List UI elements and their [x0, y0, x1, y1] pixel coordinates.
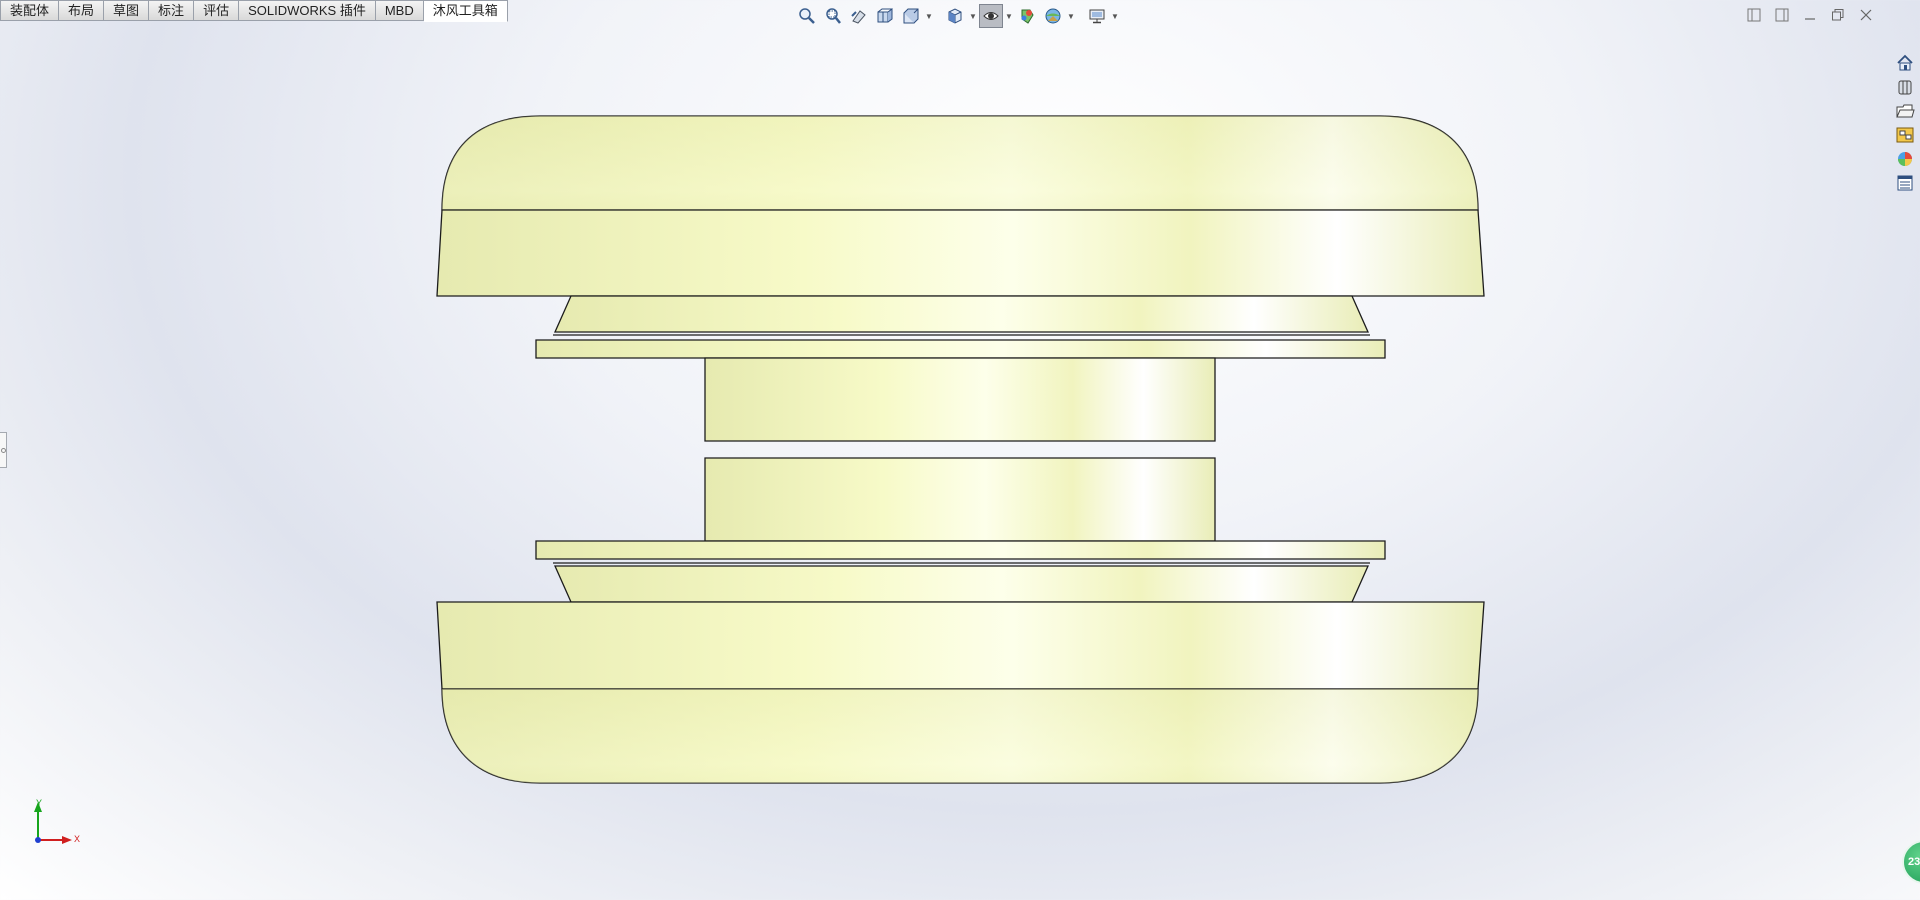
minimize-icon[interactable] [1800, 6, 1820, 24]
edit-appearance-icon[interactable] [1041, 4, 1065, 28]
triad-x-label: X [74, 834, 81, 844]
view-orientation-icon[interactable] [943, 4, 967, 28]
tab-5[interactable]: SOLIDWORKS 插件 [239, 0, 376, 21]
view-settings-icon[interactable] [1085, 4, 1109, 28]
zoom-to-fit-icon[interactable] [795, 4, 819, 28]
top-flange [535, 339, 1386, 359]
design-library-icon[interactable] [1894, 76, 1916, 98]
apply-scene-dropdown-icon[interactable]: ▼ [1067, 4, 1075, 28]
bottom-cap-band [436, 601, 1485, 690]
close-icon[interactable] [1856, 6, 1876, 24]
tile-left-icon[interactable] [1744, 6, 1764, 24]
tab-3[interactable]: 标注 [149, 0, 195, 21]
badge-count: 23 [1908, 856, 1920, 868]
tab-1[interactable]: 布局 [59, 0, 105, 21]
restore-icon[interactable] [1828, 6, 1848, 24]
task-pane-tabs [1894, 52, 1918, 194]
window-controls [1744, 6, 1876, 24]
section-view-icon[interactable] [873, 4, 897, 28]
previous-view-icon[interactable] [847, 4, 871, 28]
bottom-flange [535, 540, 1386, 560]
graphics-area-model[interactable] [0, 0, 1920, 900]
display-style-icon[interactable] [979, 4, 1003, 28]
bottom-cylinder-boss [704, 457, 1216, 542]
zoom-to-area-icon[interactable] [821, 4, 845, 28]
view-orientation-dropdown-icon[interactable]: ▼ [969, 4, 977, 28]
view-palette-icon[interactable] [1894, 124, 1916, 146]
appearances-scenes-decals-icon[interactable] [1894, 148, 1916, 170]
view-settings-dropdown-icon[interactable]: ▼ [1111, 4, 1119, 28]
dynamic-annotation-views-icon[interactable] [899, 4, 923, 28]
bottom-taper-ring [553, 565, 1370, 603]
tile-right-icon[interactable] [1772, 6, 1792, 24]
top-cylinder-boss [704, 357, 1216, 442]
file-explorer-icon[interactable] [1894, 100, 1916, 122]
hide-show-items-icon[interactable] [1015, 4, 1039, 28]
tab-4[interactable]: 评估 [194, 0, 240, 21]
triad-y-label: Y [36, 798, 43, 808]
top-cap-band [436, 209, 1485, 297]
custom-properties-icon[interactable] [1894, 172, 1916, 194]
command-manager-tabs: 装配体 布局 草图 标注 评估 SOLIDWORKS 插件 MBD 沐风工具箱 [0, 0, 508, 22]
dynamic-annotation-dropdown-icon[interactable]: ▼ [925, 4, 933, 28]
tab-6[interactable]: MBD [375, 0, 424, 21]
display-style-dropdown-icon[interactable]: ▼ [1005, 4, 1013, 28]
reference-triad: Y X [28, 798, 88, 848]
feature-manager-flyout-handle[interactable] [0, 432, 7, 468]
tab-2[interactable]: 草图 [104, 0, 150, 21]
tab-7[interactable]: 沐风工具箱 [423, 0, 508, 22]
tab-0[interactable]: 装配体 [0, 0, 60, 21]
solidworks-resources-icon[interactable] [1894, 52, 1916, 74]
heads-up-view-toolbar: ▼ ▼ ▼ ▼ ▼ [795, 4, 1119, 28]
top-taper-ring [553, 295, 1370, 333]
